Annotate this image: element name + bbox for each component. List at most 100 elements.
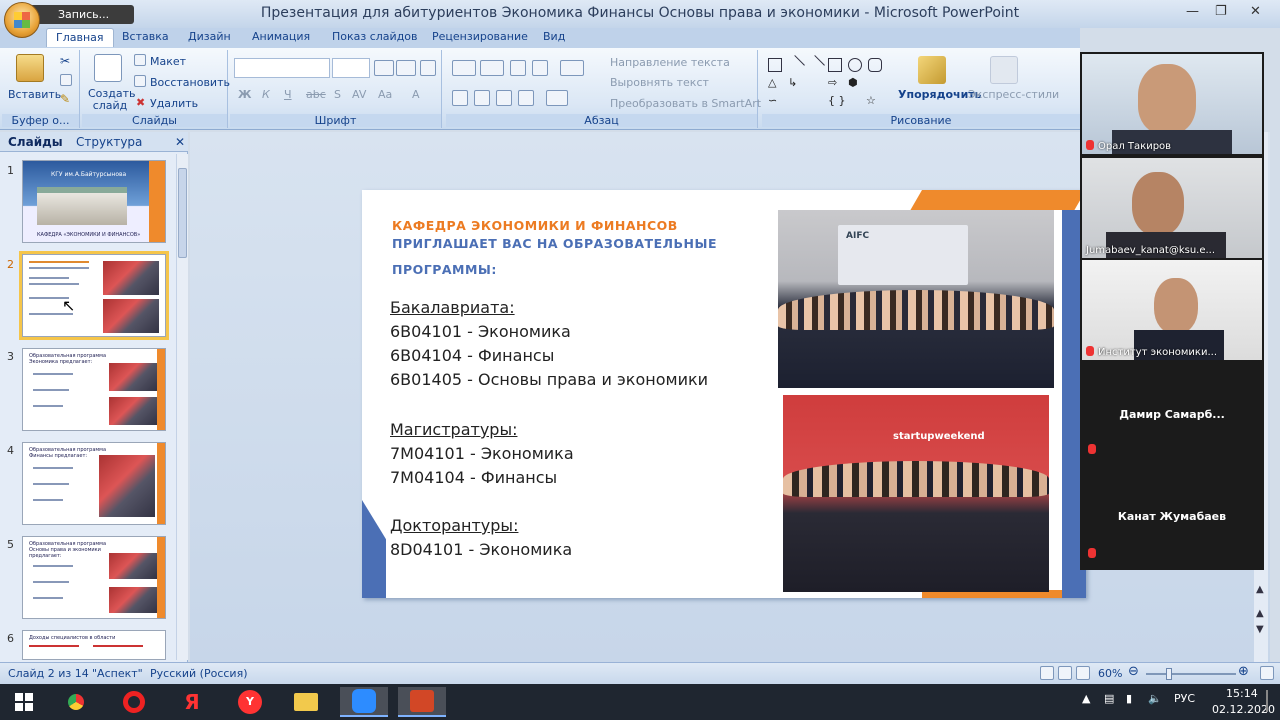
align-center-icon[interactable] [474,90,490,106]
grow-font-icon[interactable] [374,60,394,76]
network-icon[interactable]: ▤ [1104,692,1114,705]
participant-video[interactable]: Институт экономики... [1082,260,1262,360]
shrink-font-icon[interactable] [396,60,416,76]
maximize-icon[interactable]: ❐ [1215,4,1227,19]
show-desktop-button[interactable] [1266,690,1268,712]
font-color-icon[interactable]: A [412,88,420,101]
quick-styles-button[interactable]: Экспресс-стили [968,88,1059,101]
increase-indent-icon[interactable] [532,60,548,76]
shape-rightarrow-icon[interactable]: ⇨ [828,76,837,89]
smartart-button[interactable]: Преобразовать в SmartArt [610,97,761,110]
fit-window-icon[interactable] [1260,666,1274,680]
language-status[interactable]: Русский (Россия) [150,667,248,680]
text-direction-button[interactable]: Направление текста [610,56,730,69]
shape-heptagon-icon[interactable]: ⬢ [848,76,858,89]
zoom-out-icon[interactable]: ⊖ [1128,664,1139,679]
tab-slides[interactable]: Слайды [8,135,63,149]
office-button[interactable] [4,2,40,38]
close-icon[interactable]: ✕ [1250,4,1261,19]
prev-slide-icon[interactable]: ▲ [1256,608,1264,619]
columns-icon[interactable] [546,90,568,106]
bullets-icon[interactable] [452,60,476,76]
shape-textbox-icon[interactable] [768,58,782,72]
participant-video[interactable]: Дамир Самарб... [1082,362,1262,462]
zoom-in-icon[interactable]: ⊕ [1238,664,1249,679]
file-explorer-icon[interactable] [282,687,330,717]
scroll-up-icon[interactable]: ▲ [1256,584,1264,595]
new-slide-button[interactable]: Создать слайд [88,88,136,112]
slide-thumbnail[interactable]: Образовательная программа Основы права и… [22,536,166,619]
shape-oval-icon[interactable] [848,58,862,72]
case-icon[interactable]: Aa [378,88,392,101]
zoom-app-icon[interactable] [340,687,388,717]
layout-button[interactable]: Макет [150,55,186,68]
decrease-indent-icon[interactable] [510,60,526,76]
strikethrough-icon[interactable]: abc [306,88,326,101]
line-spacing-icon[interactable] [560,60,584,76]
reset-button[interactable]: Восстановить [150,76,230,89]
pane-scroll-thumb[interactable] [178,168,187,258]
yandex-icon[interactable]: Я [168,687,216,717]
shape-star-icon[interactable]: ☆ [866,94,876,107]
current-slide[interactable]: КАФЕДРА ЭКОНОМИКИ И ФИНАНСОВ ПРИГЛАШАЕТ … [362,190,1086,598]
windows-start-icon[interactable] [0,687,48,717]
shape-triangle-icon[interactable]: △ [768,76,776,89]
justify-icon[interactable] [518,90,534,106]
tab-insert[interactable]: Вставка [122,30,169,43]
zoom-slider-thumb[interactable] [1166,668,1172,680]
shape-roundrect-icon[interactable] [868,58,882,72]
paste-icon[interactable] [16,54,44,82]
opera-icon[interactable] [110,687,158,717]
participant-video[interactable]: Канат Жумабаев [1082,464,1262,564]
shape-connector-icon[interactable]: ↳ [788,76,797,89]
slideshow-view-icon[interactable] [1076,666,1090,680]
tab-slideshow[interactable]: Показ слайдов [332,30,418,43]
font-family-select[interactable] [234,58,330,78]
zoom-slider[interactable] [1146,668,1236,680]
shape-brace-icon[interactable]: { } [828,94,846,107]
normal-view-icon[interactable] [1040,666,1054,680]
zoom-level[interactable]: 60% [1098,667,1122,680]
tab-view[interactable]: Вид [543,30,565,43]
slide-thumbnail[interactable]: Образовательная программа Экономика пред… [22,348,166,431]
underline-icon[interactable]: Ч [284,88,292,101]
align-text-button[interactable]: Выровнять текст [610,76,709,89]
slide-thumbnail-selected[interactable] [19,251,169,340]
shadow-icon[interactable]: S [334,88,341,101]
slide-thumbnail[interactable]: Образовательная программа Финансы предла… [22,442,166,525]
bold-icon[interactable]: Ж [238,88,251,101]
participant-video[interactable]: Jumabaev_kanat@ksu.e... [1082,158,1262,258]
italic-icon[interactable]: К [262,88,270,101]
numbering-icon[interactable] [480,60,504,76]
shape-arrow-icon[interactable] [805,55,825,75]
paste-button[interactable]: Вставить [8,88,61,101]
pane-scrollbar[interactable] [176,154,188,660]
sorter-view-icon[interactable] [1058,666,1072,680]
delete-button[interactable]: Удалить [150,97,198,110]
signal-icon[interactable]: ▮ [1126,692,1132,705]
shape-line-icon[interactable] [785,55,805,75]
tab-outline[interactable]: Структура [76,135,142,149]
align-left-icon[interactable] [452,90,468,106]
slide-thumbnail[interactable]: КГУ им.А.Байтурсынова КАФЕДРА «ЭКОНОМИКИ… [22,160,166,243]
tab-home[interactable]: Главная [46,28,114,47]
copy-icon[interactable] [60,74,72,86]
yandex-browser-icon[interactable]: Y [226,687,274,717]
powerpoint-app-icon[interactable] [398,687,446,717]
format-painter-icon[interactable]: ✎ [60,92,70,106]
close-pane-icon[interactable]: ✕ [175,135,185,149]
tab-review[interactable]: Рецензирование [432,30,528,43]
clock-time[interactable]: 15:14 [1226,687,1258,700]
tab-animation[interactable]: Анимация [252,30,310,43]
shape-curve-icon[interactable]: ∽ [768,94,777,107]
font-size-select[interactable] [332,58,370,78]
align-right-icon[interactable] [496,90,512,106]
volume-icon[interactable]: 🔈 [1148,692,1162,705]
next-slide-icon[interactable]: ▼ [1256,624,1264,635]
participant-video[interactable]: Орал Такиров [1082,54,1262,154]
tab-design[interactable]: Дизайн [188,30,231,43]
tray-arrow-icon[interactable]: ▲ [1082,692,1090,705]
clear-format-icon[interactable] [420,60,436,76]
input-language[interactable]: РУС [1174,692,1195,705]
shape-rect-icon[interactable] [828,58,842,72]
